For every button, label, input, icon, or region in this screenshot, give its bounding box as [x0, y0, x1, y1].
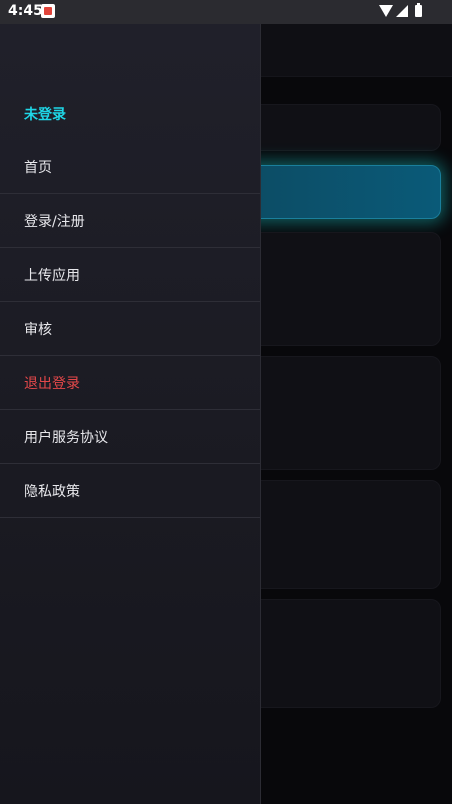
menu-item-logout[interactable]: 退出登录 [0, 356, 260, 410]
status-time: 4:45 [8, 3, 43, 19]
status-bar: 4:45 [0, 0, 452, 24]
app-notification-icon [41, 4, 55, 18]
menu-item-label: 上传应用 [24, 267, 80, 284]
signal-icon [396, 5, 408, 17]
menu-item-upload-app[interactable]: 上传应用 [0, 248, 260, 302]
menu-item-privacy-policy[interactable]: 隐私政策 [0, 464, 260, 518]
navigation-drawer: 未登录 首页 登录/注册 上传应用 审核 退出登录 用户服务协议 隐私政策 [0, 24, 261, 804]
wifi-icon [379, 5, 393, 17]
content-card [230, 232, 441, 346]
menu-item-home[interactable]: 首页 [0, 140, 260, 194]
battery-icon [415, 3, 422, 17]
menu-item-label: 退出登录 [24, 375, 80, 392]
content-card [230, 599, 441, 708]
menu-item-label: 审核 [24, 321, 52, 338]
menu-item-review[interactable]: 审核 [0, 302, 260, 356]
menu-item-user-agreement[interactable]: 用户服务协议 [0, 410, 260, 464]
user-status-label[interactable]: 未登录 [24, 104, 66, 124]
highlight-banner [230, 165, 441, 219]
content-card [230, 480, 441, 589]
search-bar [230, 104, 441, 151]
menu-item-label: 用户服务协议 [24, 429, 108, 446]
menu-item-login-register[interactable]: 登录/注册 [0, 194, 260, 248]
menu-item-label: 隐私政策 [24, 483, 80, 500]
menu-item-label: 登录/注册 [24, 213, 85, 230]
screen: 4:45 未登录 首页 登录/注册 上传应用 审核 退出登录 用户服务协议 隐私… [0, 0, 452, 804]
drawer-menu: 首页 登录/注册 上传应用 审核 退出登录 用户服务协议 隐私政策 [0, 140, 260, 518]
menu-item-label: 首页 [24, 159, 52, 176]
content-card [230, 356, 441, 470]
